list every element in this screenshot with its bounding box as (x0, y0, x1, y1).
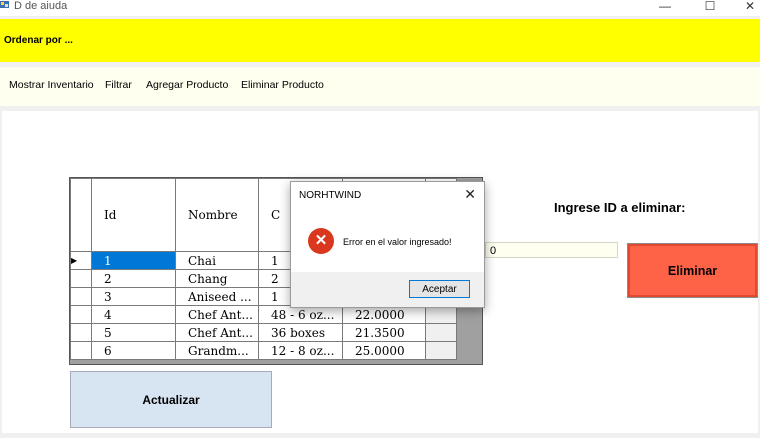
title-bar: D de aiuda — ☐ ✕ (0, 0, 760, 16)
row-header[interactable] (70, 305, 92, 324)
cell-id[interactable]: 6 (91, 341, 176, 360)
minimize-button[interactable]: — (650, 0, 680, 14)
delete-id-label: Ingrese ID a eliminar: (554, 200, 686, 215)
cell-nombre[interactable]: Aniseed ... (175, 287, 259, 306)
row-header[interactable] (70, 323, 92, 342)
actualizar-button[interactable]: Actualizar (70, 371, 272, 428)
menu-agregar-producto[interactable]: Agregar Producto (146, 79, 228, 91)
table-row[interactable]: 6 Grandm... 12 - 8 oz... 25.0000 (70, 341, 457, 360)
cell-id[interactable]: 4 (91, 305, 176, 324)
table-row[interactable]: 4 Chef Ant... 48 - 6 oz... 22.0000 (70, 305, 457, 324)
cell-nombre[interactable]: Chang (175, 269, 259, 288)
row-header[interactable] (70, 341, 92, 360)
row-header[interactable] (70, 269, 92, 288)
sort-bar: Ordenar por ... (0, 19, 760, 62)
cell-nombre[interactable]: Chef Ant... (175, 305, 259, 324)
menu-eliminar-producto[interactable]: Eliminar Producto (241, 79, 324, 91)
window-title: D de aiuda (14, 0, 68, 12)
sort-menu[interactable]: Ordenar por ... (4, 35, 73, 46)
cell-id[interactable]: 5 (91, 323, 176, 342)
cell-id[interactable]: 3 (91, 287, 176, 306)
cell-nombre[interactable]: Chai (175, 251, 259, 270)
menu-mostrar-inventario[interactable]: Mostrar Inventario (9, 79, 94, 91)
close-window-button[interactable]: ✕ (735, 0, 760, 14)
aceptar-button[interactable]: Aceptar (409, 280, 470, 298)
cell-precio[interactable]: 21.3500 (342, 323, 426, 342)
dialog-close-icon[interactable]: ✕ (464, 186, 476, 203)
column-header-id[interactable]: Id (91, 178, 176, 252)
row-header-corner (70, 178, 92, 252)
cell-nombre[interactable]: Chef Ant... (175, 323, 259, 342)
dialog-footer: Aceptar (291, 272, 484, 307)
maximize-button[interactable]: ☐ (695, 0, 725, 14)
eliminar-button[interactable]: Eliminar (627, 243, 758, 298)
cell-nombre[interactable]: Grandm... (175, 341, 259, 360)
menu-filtrar[interactable]: Filtrar (105, 79, 132, 91)
cell-id[interactable]: 2 (91, 269, 176, 288)
cell-id[interactable]: 1 (91, 251, 176, 270)
error-icon: ✕ (308, 228, 334, 254)
cell-precio[interactable]: 22.0000 (342, 305, 426, 324)
cell-precio[interactable]: 25.0000 (342, 341, 426, 360)
error-dialog: NORHTWIND ✕ ✕ Error en el valor ingresad… (290, 181, 485, 308)
dialog-message: Error en el valor ingresado! (343, 237, 452, 247)
cell-cantidad[interactable]: 36 boxes (258, 323, 343, 342)
dialog-title: NORHTWIND (299, 190, 362, 201)
table-row[interactable]: 5 Chef Ant... 36 boxes 21.3500 (70, 323, 457, 342)
cell-cantidad[interactable]: 12 - 8 oz... (258, 341, 343, 360)
column-header-nombre[interactable]: Nombre (175, 178, 259, 252)
current-row-marker: ▶ (70, 251, 92, 270)
menu-bar: Mostrar Inventario Filtrar Agregar Produ… (0, 67, 760, 106)
app-icon (0, 1, 9, 8)
row-header[interactable] (70, 287, 92, 306)
delete-id-input[interactable]: 0 (485, 242, 618, 258)
cell-cantidad[interactable]: 48 - 6 oz... (258, 305, 343, 324)
